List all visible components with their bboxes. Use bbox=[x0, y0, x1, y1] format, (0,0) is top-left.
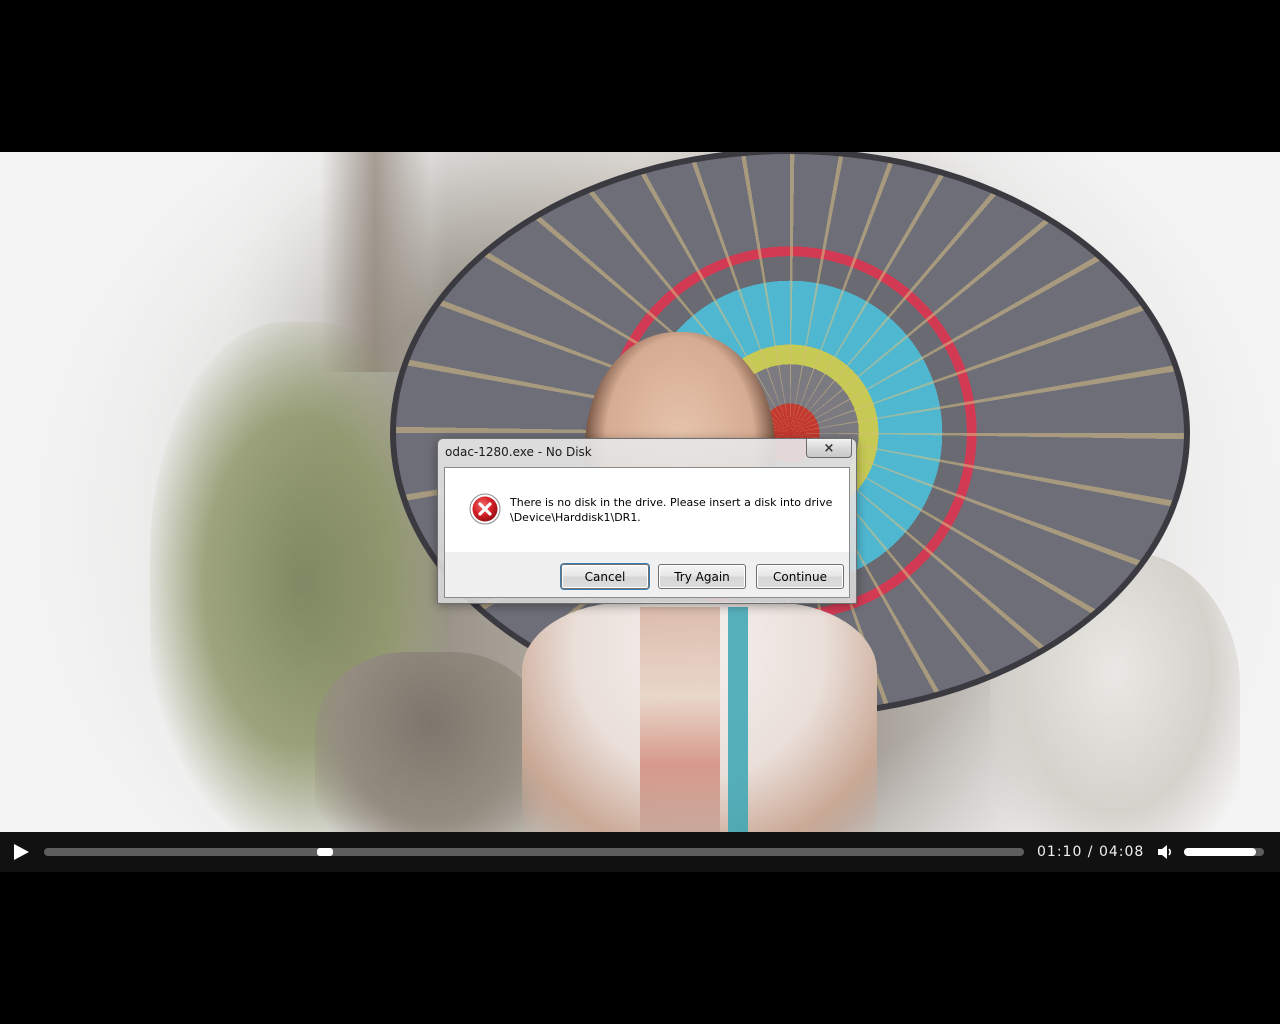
dialog-body: There is no disk in the drive. Please in… bbox=[444, 467, 850, 598]
time-display: 01:10 / 04:08 bbox=[1037, 844, 1145, 860]
try-again-button[interactable]: Try Again bbox=[658, 564, 746, 589]
volume-level bbox=[1184, 848, 1256, 856]
background-person-left bbox=[315, 652, 545, 832]
message-line-1: There is no disk in the drive. Please in… bbox=[510, 496, 833, 509]
play-icon[interactable] bbox=[10, 842, 32, 862]
cancel-button[interactable]: Cancel bbox=[561, 564, 649, 589]
no-disk-dialog: odac-1280.exe - No Disk × There is no di… bbox=[437, 438, 857, 604]
player-control-bar: 01:10 / 04:08 bbox=[0, 832, 1280, 872]
continue-button[interactable]: Continue bbox=[756, 564, 844, 589]
scarf bbox=[640, 607, 720, 832]
dialog-titlebar[interactable]: odac-1280.exe - No Disk × bbox=[438, 439, 856, 466]
close-icon: × bbox=[823, 440, 835, 456]
error-icon bbox=[469, 493, 501, 525]
dialog-message: There is no disk in the drive. Please in… bbox=[510, 495, 840, 525]
speaker-icon[interactable] bbox=[1156, 843, 1174, 861]
message-line-2: \Device\Harddisk1\DR1. bbox=[510, 511, 641, 524]
dialog-content: There is no disk in the drive. Please in… bbox=[445, 468, 849, 552]
seek-handle[interactable] bbox=[317, 848, 334, 856]
teal-ribbon bbox=[728, 607, 748, 832]
volume-slider[interactable] bbox=[1184, 848, 1264, 856]
seek-bar[interactable] bbox=[44, 848, 1024, 856]
close-button[interactable]: × bbox=[806, 439, 852, 458]
dialog-title: odac-1280.exe - No Disk bbox=[445, 445, 592, 459]
screen: odac-1280.exe - No Disk × There is no di… bbox=[0, 0, 1280, 1024]
